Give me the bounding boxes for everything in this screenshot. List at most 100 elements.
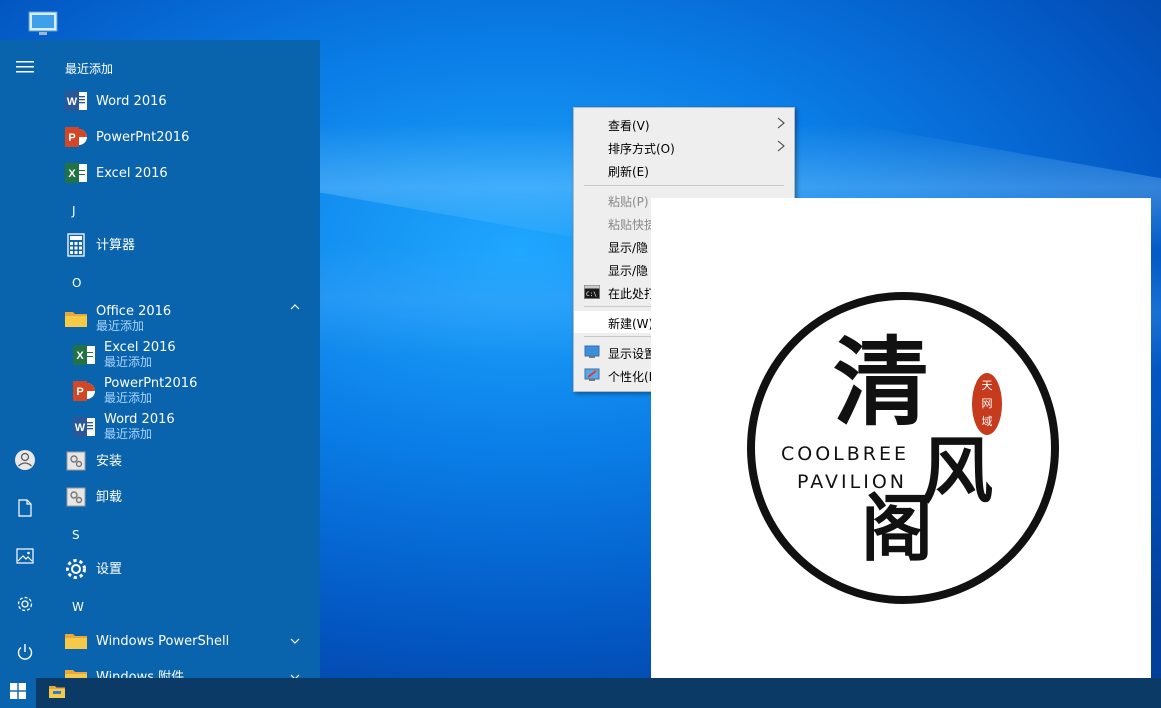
document-icon	[17, 499, 33, 521]
logo-english-line2: PAVILION	[797, 471, 907, 493]
ctx-label: 新建(W)	[608, 317, 654, 331]
ctx-label: 在此处打	[608, 287, 657, 301]
seal-char: 天	[981, 379, 993, 392]
excel-icon: X	[72, 343, 96, 367]
folder-icon	[64, 629, 88, 653]
file-explorer-icon	[48, 683, 66, 703]
app-label: Word 2016	[104, 412, 175, 427]
app-label: 计算器	[96, 237, 136, 253]
folder-label: Windows PowerShell	[96, 633, 230, 649]
recent-badge: 最近添加	[104, 391, 153, 405]
app-label: PowerPnt2016	[96, 129, 190, 145]
power-button[interactable]	[13, 642, 37, 666]
app-install[interactable]: 安装	[64, 446, 122, 476]
settings-rail-button[interactable]	[13, 594, 37, 618]
red-seal-stamp: 天 网 域	[972, 373, 1002, 435]
folder-windows-powershell[interactable]: Windows PowerShell	[64, 626, 229, 656]
start-menu: 最近添加 W Word 2016 P PowerPnt2016 X Excel …	[0, 40, 320, 678]
ctx-label: 查看(V)	[608, 119, 650, 133]
folder-label: Windows 附件	[96, 669, 185, 679]
ctx-label: 显示设置	[608, 347, 657, 361]
setup-icon	[64, 485, 88, 509]
app-list: 最近添加 W Word 2016 P PowerPnt2016 X Excel …	[50, 40, 320, 678]
ctx-refresh[interactable]: 刷新(E)	[574, 159, 794, 181]
app-label: Word 2016	[96, 93, 167, 109]
app-label: Excel 2016	[104, 340, 176, 355]
app-word-office[interactable]: W Word 2016 最近添加	[72, 410, 175, 444]
chevron-right-icon	[776, 140, 786, 152]
folder-label: Office 2016	[96, 304, 172, 319]
seal-char: 域	[981, 415, 993, 428]
folder-icon	[64, 665, 88, 678]
app-label: 安装	[96, 453, 123, 469]
group-letter-w[interactable]: W	[72, 600, 84, 614]
logo-english-line1: COOLBREE	[781, 443, 909, 465]
app-label: 卸载	[96, 489, 123, 505]
app-excel-recent[interactable]: X Excel 2016	[64, 158, 168, 188]
chevron-down-icon[interactable]	[290, 636, 300, 647]
gear-icon	[64, 557, 88, 581]
app-calculator[interactable]: 计算器	[64, 230, 135, 260]
folder-windows-accessories[interactable]: Windows 附件	[64, 662, 184, 678]
pictures-button[interactable]	[13, 546, 37, 570]
ctx-view[interactable]: 查看(V)	[574, 113, 794, 135]
svg-text:X: X	[68, 168, 76, 180]
folder-office-2016[interactable]: Office 2016 最近添加	[64, 302, 171, 336]
svg-text:W: W	[67, 96, 78, 108]
user-icon	[14, 449, 36, 475]
excel-icon: X	[64, 161, 88, 185]
logo-emblem: 清 风 阁 COOLBREE PAVILION	[747, 292, 1059, 604]
recent-badge: 最近添加	[104, 355, 153, 369]
power-icon	[16, 643, 34, 665]
ctx-separator	[584, 185, 784, 186]
taskbar	[0, 678, 1161, 708]
chevron-right-icon	[776, 117, 786, 129]
app-settings[interactable]: 设置	[64, 554, 122, 584]
this-pc-desktop-icon[interactable]	[26, 10, 60, 38]
personalize-icon	[584, 368, 600, 382]
svg-text:X: X	[76, 350, 84, 362]
app-powerpoint-office[interactable]: P PowerPnt2016 最近添加	[72, 374, 197, 408]
app-label: 设置	[96, 561, 123, 577]
powerpoint-icon: P	[64, 125, 88, 149]
recent-badge: 最近添加	[96, 319, 145, 333]
app-uninstall[interactable]: 卸载	[64, 482, 122, 512]
svg-text:W: W	[75, 422, 86, 434]
logo-watermark: 清 风 阁 COOLBREE PAVILION 天 网 域	[651, 198, 1151, 697]
folder-icon	[64, 307, 88, 331]
account-button[interactable]	[13, 450, 37, 474]
app-word-recent[interactable]: W Word 2016	[64, 86, 167, 116]
recent-header: 最近添加	[65, 62, 114, 76]
documents-button[interactable]	[13, 498, 37, 522]
group-letter-o[interactable]: O	[72, 276, 81, 290]
group-letter-j[interactable]: J	[72, 204, 76, 218]
app-label: Excel 2016	[96, 165, 168, 181]
word-icon: W	[72, 415, 96, 439]
expand-menu-button[interactable]	[13, 56, 37, 80]
ctx-sort-by[interactable]: 排序方式(O)	[574, 136, 794, 158]
hamburger-icon	[16, 59, 34, 78]
start-menu-rail	[0, 40, 50, 678]
calculator-icon	[64, 233, 88, 257]
powerpoint-icon: P	[72, 379, 96, 403]
ctx-label: 刷新(E)	[608, 165, 649, 179]
chevron-up-icon[interactable]	[290, 302, 300, 313]
svg-text:P: P	[68, 132, 75, 144]
setup-icon	[64, 449, 88, 473]
file-explorer-taskbar-button[interactable]	[40, 678, 74, 708]
ctx-label: 显示/隐	[608, 241, 649, 255]
start-button[interactable]	[0, 678, 36, 708]
svg-text:C:\: C:\	[586, 291, 597, 298]
word-icon: W	[64, 89, 88, 113]
display-icon	[584, 345, 600, 359]
app-excel-office[interactable]: X Excel 2016 最近添加	[72, 338, 176, 372]
ctx-label: 粘贴(P)	[608, 195, 649, 209]
recent-badge: 最近添加	[104, 427, 153, 441]
app-powerpoint-recent[interactable]: P PowerPnt2016	[64, 122, 189, 152]
ctx-label: 个性化(R	[608, 370, 658, 384]
picture-icon	[16, 548, 34, 568]
windows-logo-icon	[10, 683, 26, 703]
logo-char-ge: 阁	[861, 486, 933, 571]
group-letter-s[interactable]: S	[72, 528, 80, 542]
svg-text:P: P	[76, 386, 83, 398]
